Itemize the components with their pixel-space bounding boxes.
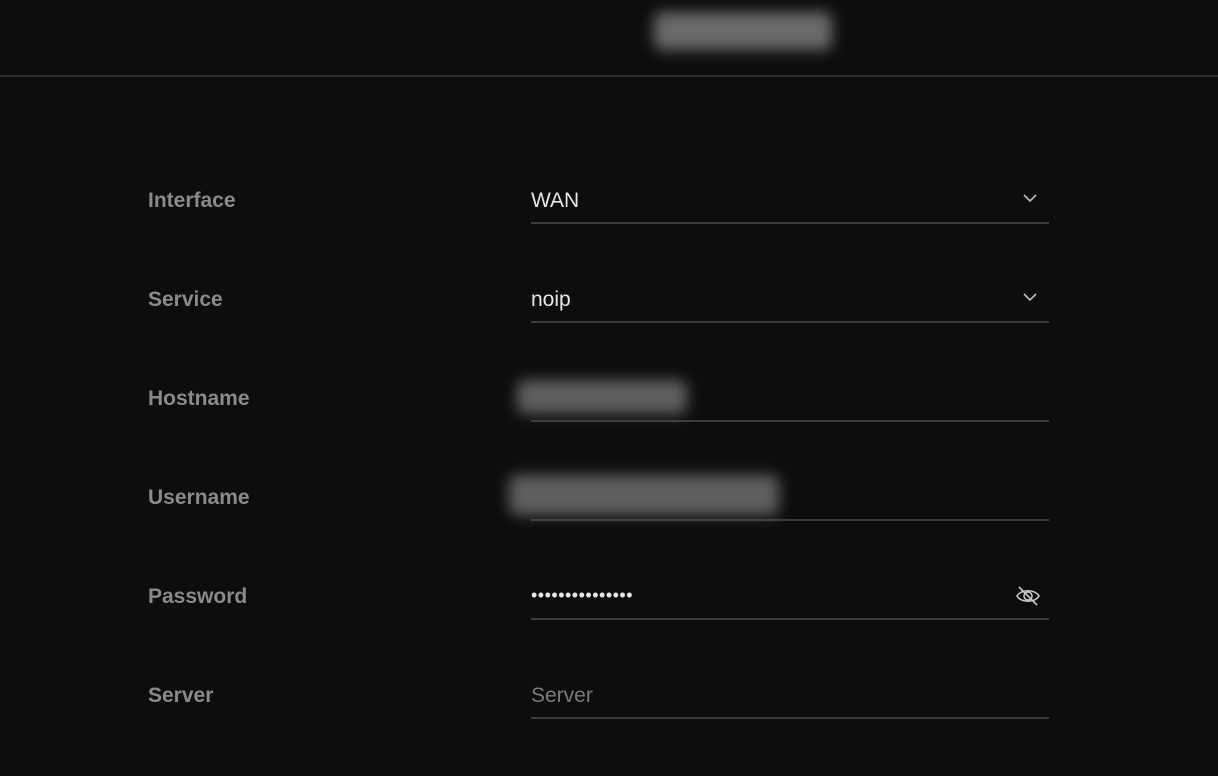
interface-row: Interface WAN xyxy=(0,188,1218,248)
page: Interface WAN Service noip Hostname User… xyxy=(0,0,1218,776)
server-input[interactable]: Server xyxy=(531,683,1049,719)
server-row: Server Server xyxy=(0,683,1218,743)
redacted-username-value xyxy=(509,475,779,515)
password-row: Password ••••••••••••••• xyxy=(0,584,1218,644)
password-label: Password xyxy=(148,585,248,608)
username-label: Username xyxy=(148,486,250,509)
chevron-down-icon xyxy=(1023,194,1037,203)
service-select[interactable]: noip xyxy=(531,287,1049,323)
password-masked-value: ••••••••••••••• xyxy=(531,585,634,605)
server-label: Server xyxy=(148,684,214,707)
hostname-row: Hostname xyxy=(0,380,1218,446)
password-input[interactable]: ••••••••••••••• xyxy=(531,584,1049,620)
username-row: Username xyxy=(0,475,1218,545)
chevron-down-icon xyxy=(1023,293,1037,302)
redacted-hostname-value xyxy=(517,380,687,414)
ddns-form: Interface WAN Service noip Hostname User… xyxy=(0,0,1218,776)
username-input[interactable] xyxy=(509,475,1049,521)
service-row: Service noip xyxy=(0,287,1218,347)
hostname-input[interactable] xyxy=(517,380,1049,422)
interface-label: Interface xyxy=(148,189,236,212)
service-label: Service xyxy=(148,288,223,311)
interface-value: WAN xyxy=(531,189,580,212)
server-placeholder: Server xyxy=(531,684,593,707)
hostname-label: Hostname xyxy=(148,387,250,410)
eye-off-icon[interactable] xyxy=(1015,584,1041,608)
service-value: noip xyxy=(531,288,571,311)
interface-select[interactable]: WAN xyxy=(531,188,1049,224)
